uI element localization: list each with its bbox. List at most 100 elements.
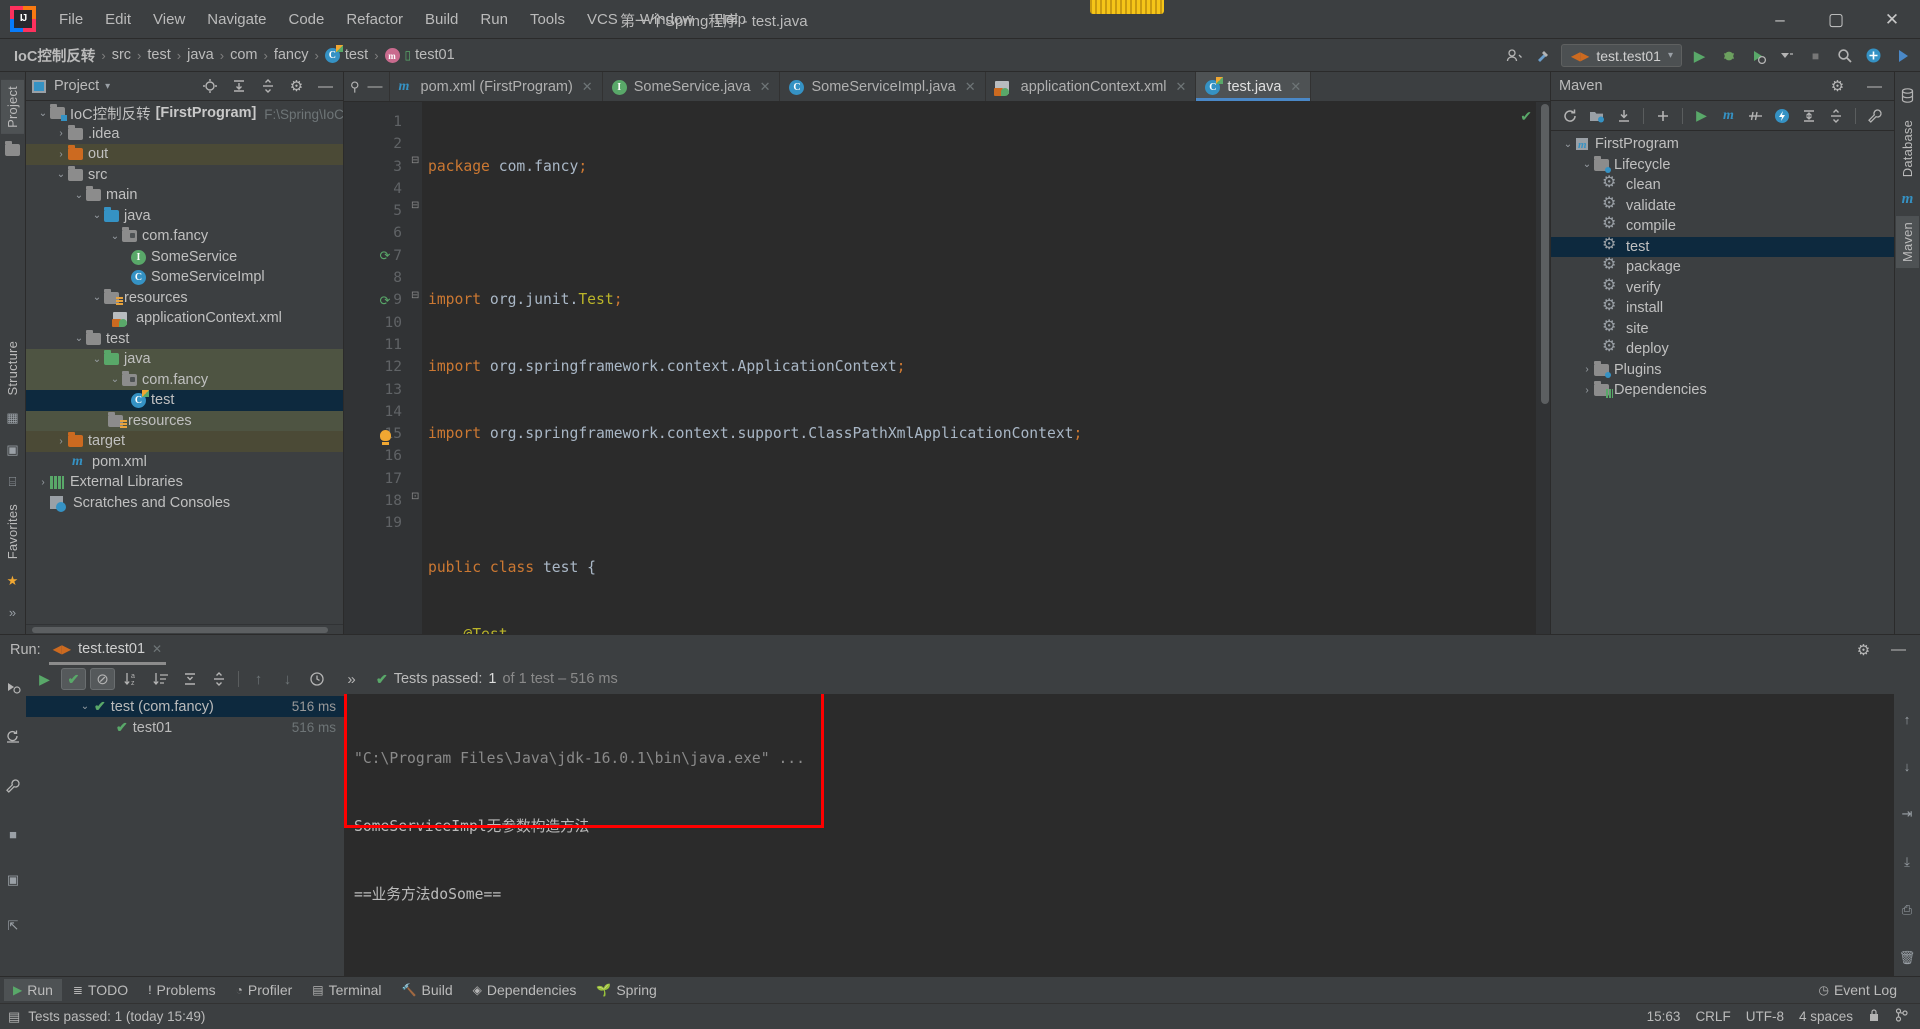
- tree-row-someservice[interactable]: I SomeService: [26, 247, 343, 268]
- expand-all-icon[interactable]: [227, 75, 250, 98]
- close-button[interactable]: ✕: [1864, 0, 1920, 39]
- tree-row-someserviceimpl[interactable]: C SomeServiceImpl: [26, 267, 343, 288]
- toolwindow-build[interactable]: 🔨 Build: [393, 979, 462, 1001]
- memory-icon[interactable]: ▤: [8, 1009, 20, 1025]
- menu-code[interactable]: Code: [277, 7, 335, 32]
- user-icon[interactable]: [1503, 44, 1526, 67]
- grid-icon[interactable]: ▦: [6, 410, 18, 426]
- chevron-down-icon[interactable]: ⌄: [1561, 139, 1575, 150]
- toggle-auto-test-icon[interactable]: [5, 729, 21, 748]
- breadcrumb-class[interactable]: C test: [321, 45, 372, 65]
- sort-alphabetically-button[interactable]: az: [119, 668, 144, 690]
- updates-icon[interactable]: [1862, 44, 1885, 67]
- clear-all-icon[interactable]: 🗑: [1899, 950, 1916, 966]
- hide-pane-icon[interactable]: —: [1863, 75, 1886, 98]
- database-icon[interactable]: [1901, 88, 1914, 106]
- stop-button[interactable]: ■: [1804, 44, 1827, 67]
- breadcrumb-test[interactable]: test: [143, 45, 174, 65]
- tab-someservice-java[interactable]: I SomeService.java ✕: [603, 72, 781, 101]
- settings-wrench-icon[interactable]: [1864, 104, 1886, 127]
- breadcrumb-project[interactable]: IoC控制反转: [10, 43, 99, 68]
- menu-tools[interactable]: Tools: [519, 7, 576, 32]
- chevron-down-icon[interactable]: ⌄: [78, 701, 92, 712]
- debug-button[interactable]: [1717, 44, 1740, 67]
- add-icon[interactable]: [1652, 104, 1674, 127]
- chevron-down-icon[interactable]: ⌄: [1580, 159, 1594, 170]
- settings-wrench-icon[interactable]: [5, 778, 21, 797]
- close-icon[interactable]: ✕: [152, 642, 162, 656]
- tree-row-test-resources[interactable]: resources: [26, 410, 343, 431]
- run-test-gutter-icon[interactable]: ⟳: [374, 245, 396, 267]
- soft-wrap-icon[interactable]: ⇥: [1902, 806, 1913, 822]
- branch-icon[interactable]: [1895, 1008, 1908, 1025]
- run-configuration-selector[interactable]: ◀▶ test.test01 ▾: [1560, 44, 1682, 67]
- maven-row-plugins[interactable]: › Plugins: [1551, 360, 1894, 381]
- maven-m-icon[interactable]: m: [1902, 191, 1914, 208]
- chevron-down-icon[interactable]: ▾: [105, 81, 110, 92]
- run-with-coverage-button[interactable]: [1746, 44, 1769, 67]
- menu-build[interactable]: Build: [414, 7, 469, 32]
- tree-row-out[interactable]: › out: [26, 144, 343, 165]
- test-history-button[interactable]: [304, 668, 329, 690]
- test-row-class[interactable]: ⌄ ✔ test (com.fancy) 516 ms: [26, 696, 344, 717]
- print-icon[interactable]: ⎙: [1902, 902, 1912, 918]
- chevron-right-icon[interactable]: ›: [1580, 385, 1594, 396]
- chevron-down-icon[interactable]: ⌄: [90, 210, 104, 221]
- add-maven-project-icon[interactable]: [1586, 104, 1608, 127]
- close-icon[interactable]: ✕: [582, 79, 593, 95]
- close-icon[interactable]: ✕: [1176, 79, 1187, 95]
- previous-failed-test-button[interactable]: ↑: [246, 668, 271, 690]
- gear-icon[interactable]: ⚙: [285, 75, 308, 98]
- menu-refactor[interactable]: Refactor: [335, 7, 414, 32]
- chevron-down-icon[interactable]: ⌄: [90, 292, 104, 303]
- code-content[interactable]: package com.fancy; import org.junit.Test…: [422, 102, 1536, 634]
- project-horizontal-scrollbar[interactable]: [26, 624, 343, 634]
- tree-row-test-java[interactable]: ⌄ java: [26, 349, 343, 370]
- maximize-button[interactable]: ▢: [1808, 0, 1864, 39]
- close-icon[interactable]: ✕: [965, 79, 976, 95]
- scroll-to-end-icon[interactable]: ⤓: [1904, 854, 1910, 870]
- tree-row-main-java[interactable]: ⌄ java: [26, 206, 343, 227]
- stop-icon[interactable]: ■: [9, 827, 17, 842]
- tree-row-scratches[interactable]: Scratches and Consoles: [26, 493, 343, 514]
- run-maven-build-icon[interactable]: ▶: [1691, 104, 1713, 127]
- camera-icon[interactable]: ▣: [6, 442, 18, 458]
- tab-pom-xml[interactable]: m pom.xml (FirstProgram) ✕: [390, 72, 603, 101]
- toolwindow-spring[interactable]: 🌱 Spring: [587, 979, 665, 1001]
- chevron-right-icon[interactable]: ›: [54, 149, 68, 160]
- rerun-failed-icon[interactable]: [5, 680, 21, 699]
- breadcrumb-method[interactable]: m ▯ test01: [381, 45, 459, 65]
- toolwindow-run[interactable]: ▶ Run: [4, 979, 62, 1001]
- editor-fold-column[interactable]: ⊟ ⊟ ⊟ ⊡: [408, 102, 422, 634]
- more-actions-button[interactable]: »: [339, 668, 364, 690]
- gear-icon[interactable]: ⚙: [1826, 75, 1849, 98]
- event-log-button[interactable]: ◷ Event Log: [1809, 979, 1906, 1001]
- chevron-right-icon[interactable]: ›: [1580, 364, 1594, 375]
- chevron-down-icon[interactable]: ⌄: [72, 333, 86, 344]
- menu-navigate[interactable]: Navigate: [196, 7, 277, 32]
- run-button[interactable]: ▶: [1688, 44, 1711, 67]
- rail-tab-favorites[interactable]: Favorites: [1, 498, 24, 565]
- reload-icon[interactable]: [1559, 104, 1581, 127]
- scroll-down-icon[interactable]: ↓: [1904, 759, 1911, 774]
- breadcrumb-java[interactable]: java: [183, 45, 218, 65]
- rail-tab-maven[interactable]: Maven: [1896, 216, 1919, 269]
- chevron-right-icon[interactable]: ›: [54, 128, 68, 139]
- tree-row-pom-xml[interactable]: m pom.xml: [26, 452, 343, 473]
- rail-tab-structure[interactable]: Structure: [1, 335, 24, 402]
- editor-scrollbar[interactable]: [1536, 102, 1550, 634]
- sort-by-duration-button[interactable]: [148, 668, 173, 690]
- menu-view[interactable]: View: [142, 7, 196, 32]
- menu-run[interactable]: Run: [469, 7, 519, 32]
- expand-all-icon[interactable]: [1798, 104, 1820, 127]
- line-separator[interactable]: CRLF: [1695, 1009, 1730, 1024]
- toolwindow-profiler[interactable]: ◔ Profiler: [227, 979, 302, 1001]
- tree-row-test-class[interactable]: C test: [26, 390, 343, 411]
- expand-rail-icon[interactable]: »: [9, 605, 16, 620]
- collapse-all-icon[interactable]: [256, 75, 279, 98]
- inspection-status-icon[interactable]: ✔: [1520, 108, 1532, 125]
- tree-row-test-package[interactable]: ⌄ com.fancy: [26, 369, 343, 390]
- close-icon[interactable]: ✕: [1290, 79, 1301, 95]
- encoding[interactable]: UTF-8: [1746, 1009, 1784, 1024]
- toolwindow-dependencies[interactable]: ◈ Dependencies: [464, 979, 586, 1001]
